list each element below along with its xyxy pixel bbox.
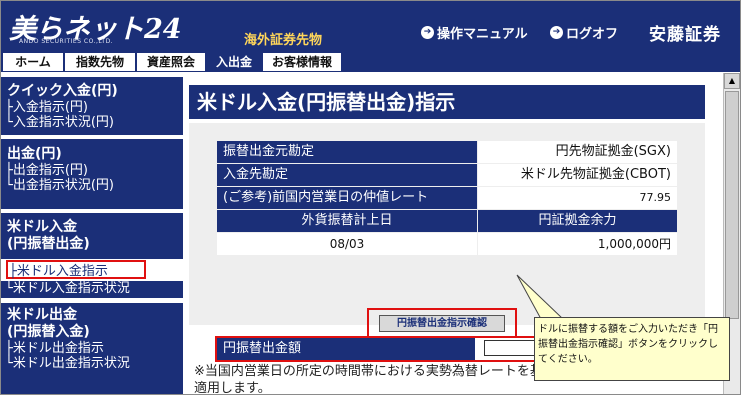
logoff-link-label: ログオフ <box>566 27 619 42</box>
arrow-right-icon: ➔ <box>421 26 434 39</box>
logo-subtitle: ANDO SECURITIES CO.,LTD. <box>19 38 114 45</box>
manual-link-label: 操作マニュアル <box>437 27 528 42</box>
row-value: 円先物証拠金(SGX) <box>478 141 677 163</box>
tooltip: ドルに振替する額をご入力いただき「円振替出金指示確認」ボタンをクリックしてくださ… <box>534 317 730 381</box>
header: 美らネット24 ANDO SECURITIES CO.,LTD. 海外証券先物 … <box>1 1 740 51</box>
sidebar: クイック入金(円) ├入金指示(円) └入金指示状況(円) 出金(円) ├出金指… <box>1 73 183 394</box>
yen-margin-balance: 1,000,000円 <box>478 233 677 255</box>
sidebar-section-usd-withdrawal: 米ドル出金 (円振替入金) ├米ドル出金指示 └米ドル出金指示状況 <box>1 303 183 394</box>
sidebar-section-title-1: 米ドル出金 <box>7 307 77 323</box>
tab-home[interactable]: ホーム <box>3 53 63 71</box>
manual-link[interactable]: ➔ 操作マニュアル <box>421 23 528 42</box>
row-label: 振替出金元勘定 <box>217 141 477 163</box>
sidebar-section-title-2: (円振替入金) <box>7 324 90 340</box>
tooltip-pointer <box>516 274 564 319</box>
tab-asset-inquiry[interactable]: 資産照会 <box>137 53 205 71</box>
sidebar-item-withdrawal-instruction[interactable]: ├出金指示(円) <box>1 163 183 178</box>
scroll-thumb[interactable] <box>725 91 739 319</box>
tab-index-futures[interactable]: 指数先物 <box>65 53 135 71</box>
nav-bar: ホーム 指数先物 資産照会 入出金 お客様情報 <box>1 51 740 72</box>
tab-customer-info[interactable]: お客様情報 <box>263 53 341 71</box>
sidebar-section-withdrawal: 出金(円) ├出金指示(円) └出金指示状況(円) <box>1 139 183 209</box>
sidebar-item-usd-deposit-instruction[interactable]: ├米ドル入金指示 <box>6 260 146 279</box>
row-value: 77.95 <box>478 187 677 209</box>
sidebar-section-usd-deposit: 米ドル入金 (円振替出金) <box>1 213 183 259</box>
sidebar-item-deposit-status[interactable]: └入金指示状況(円) <box>1 115 183 130</box>
submit-highlight: 円振替出金指示確認 <box>367 308 517 338</box>
column-header: 外貨振替計上日 <box>217 210 477 232</box>
row-label: 入金先勘定 <box>217 164 477 186</box>
sidebar-item-withdrawal-status[interactable]: └出金指示状況(円) <box>1 178 183 193</box>
arrow-right-icon: ➔ <box>550 26 563 39</box>
row-value: 米ドル先物証拠金(CBOT) <box>478 164 677 186</box>
info-row: 振替出金元勘定 円先物証拠金(SGX) <box>217 141 677 163</box>
sidebar-section-quick-deposit: クイック入金(円) ├入金指示(円) └入金指示状況(円) <box>1 77 183 135</box>
amount-label: 円振替出金額 <box>217 338 475 360</box>
row-label: (ご参考)前国内営業日の仲値レート <box>217 187 477 209</box>
tab-deposit-withdrawal[interactable]: 入出金 <box>207 53 261 71</box>
sidebar-section-usd-deposit-links: └米ドル入金指示状況 <box>1 281 183 298</box>
sidebar-item-usd-deposit-status[interactable]: └米ドル入金指示状況 <box>1 281 183 296</box>
column-header: 円証拠金余力 <box>478 210 677 232</box>
brand-name: 安藤証券 <box>649 25 721 45</box>
transfer-date: 08/03 <box>217 233 477 255</box>
sidebar-item-deposit-instruction[interactable]: ├入金指示(円) <box>1 100 183 115</box>
page-title: 米ドル入金(円振替出金)指示 <box>189 85 705 119</box>
table-header-row: 外貨振替計上日 円証拠金余力 <box>217 210 677 232</box>
sidebar-section-title: 出金(円) <box>7 146 62 162</box>
sidebar-section-title: クイック入金(円) <box>7 83 118 99</box>
logoff-link[interactable]: ➔ ログオフ <box>550 23 618 42</box>
app-window: 美らネット24 ANDO SECURITIES CO.,LTD. 海外証券先物 … <box>0 0 741 395</box>
info-row: (ご参考)前国内営業日の仲値レート 77.95 <box>217 187 677 209</box>
sidebar-item-usd-withdrawal-instruction[interactable]: ├米ドル出金指示 <box>1 341 183 356</box>
sidebar-section-title-1: 米ドル入金 <box>7 219 77 235</box>
confirm-button[interactable]: 円振替出金指示確認 <box>379 315 505 332</box>
section-title: 海外証券先物 <box>244 33 323 48</box>
table-row: 08/03 1,000,000円 <box>217 233 677 255</box>
scroll-up-icon[interactable]: ▲ <box>724 73 740 89</box>
sidebar-section-title-2: (円振替出金) <box>7 236 90 252</box>
form-panel: 振替出金元勘定 円先物証拠金(SGX) 入金先勘定 米ドル先物証拠金(CBOT)… <box>189 123 705 325</box>
sidebar-item-usd-withdrawal-status[interactable]: └米ドル出金指示状況 <box>1 356 183 371</box>
info-row: 入金先勘定 米ドル先物証拠金(CBOT) <box>217 164 677 186</box>
